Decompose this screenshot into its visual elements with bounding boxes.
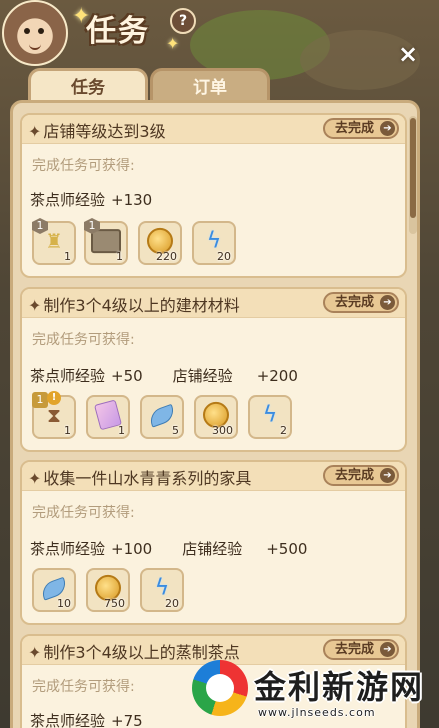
reward-label: 完成任务可获得: bbox=[32, 679, 135, 695]
task-title: ✦ 店铺等级达到3级 bbox=[28, 122, 166, 141]
star-icon: ✦ bbox=[28, 296, 42, 315]
arrow-right-icon: ➔ bbox=[380, 642, 395, 657]
exp-label: 茶点师经验 bbox=[30, 191, 106, 209]
task-header: ✦ 收集一件山水青青系列的家具 去完成 ➔ bbox=[22, 462, 405, 491]
item-quantity: 1 bbox=[64, 424, 71, 437]
item-quantity: 20 bbox=[165, 597, 179, 610]
item-quantity: 2 bbox=[280, 424, 287, 437]
monkey-avatar-icon bbox=[2, 0, 68, 66]
exp-label: 茶点师经验 bbox=[30, 712, 106, 728]
go-complete-button[interactable]: 去完成 ➔ bbox=[323, 465, 399, 486]
watermark-logo-icon bbox=[192, 660, 248, 716]
item-quantity: 750 bbox=[104, 597, 125, 610]
go-complete-button[interactable]: 去完成 ➔ bbox=[323, 118, 399, 139]
sparkle-icon: ✦ bbox=[166, 34, 180, 53]
watermark-url: www.jlnseeds.com bbox=[258, 706, 376, 719]
exp-row: 茶点师经验 +130 bbox=[30, 189, 152, 210]
reward-item[interactable]: 220 bbox=[138, 221, 182, 265]
go-complete-button[interactable]: 去完成 ➔ bbox=[323, 639, 399, 660]
trophy-icon: ♜ bbox=[45, 229, 63, 254]
task-title: ✦ 制作3个4级以上的建材材料 bbox=[28, 296, 240, 315]
exp-label: 茶点师经验 bbox=[30, 367, 106, 385]
task-card: ✦ 店铺等级达到3级 去完成 ➔ 完成任务可获得: 茶点师经验 +130 ♜ 1 1 … bbox=[20, 113, 407, 278]
task-card: ✦ 收集一件山水青青系列的家具 去完成 ➔ 完成任务可获得: 茶点师经验 +100 店铺… bbox=[20, 460, 407, 625]
help-button[interactable]: ? bbox=[170, 8, 196, 34]
item-quantity: 1 bbox=[118, 424, 125, 437]
exp-row: 茶点师经验 +50 店铺经验 +200 bbox=[30, 365, 298, 386]
reward-item[interactable]: 750 bbox=[86, 568, 130, 612]
item-quantity: 5 bbox=[172, 424, 179, 437]
exp-row: 茶点师经验 +75 bbox=[30, 710, 143, 728]
exp-value: +130 bbox=[111, 191, 153, 209]
item-quantity: 1 bbox=[116, 250, 123, 263]
hourglass-icon: ⧗ bbox=[46, 403, 62, 428]
star-icon: ✦ bbox=[28, 122, 42, 141]
alert-badge: ! bbox=[47, 391, 61, 405]
reward-item[interactable]: 10 bbox=[32, 568, 76, 612]
reward-item[interactable]: ϟ 20 bbox=[140, 568, 184, 612]
arrow-right-icon: ➔ bbox=[380, 295, 395, 310]
item-quantity: 220 bbox=[156, 250, 177, 263]
exp-value: +100 bbox=[111, 540, 153, 558]
arrow-right-icon: ➔ bbox=[380, 121, 395, 136]
item-quantity: 300 bbox=[212, 424, 233, 437]
task-header: ✦ 店铺等级达到3级 去完成 ➔ bbox=[22, 115, 405, 144]
exp-value: +500 bbox=[266, 540, 308, 558]
scrollbar-thumb[interactable] bbox=[410, 118, 416, 218]
reward-item[interactable]: 1 1 bbox=[84, 218, 128, 265]
close-button[interactable]: × bbox=[394, 40, 422, 68]
reward-label: 完成任务可获得: bbox=[32, 505, 135, 521]
exp-label: 店铺经验 bbox=[182, 540, 243, 558]
item-quantity: 10 bbox=[57, 597, 71, 610]
task-header: ✦ 制作3个4级以上的建材材料 去完成 ➔ bbox=[22, 289, 405, 318]
exp-label: 茶点师经验 bbox=[30, 540, 106, 558]
go-complete-button[interactable]: 去完成 ➔ bbox=[323, 292, 399, 313]
page-title: 任务 bbox=[86, 14, 150, 49]
reward-item[interactable]: 300 bbox=[194, 395, 238, 439]
reward-item[interactable]: ♜ 1 1 bbox=[32, 218, 76, 265]
task-card: ✦ 制作3个4级以上的建材材料 去完成 ➔ 完成任务可获得: 茶点师经验 +50 店铺经… bbox=[20, 287, 407, 452]
reward-item[interactable]: 1 bbox=[86, 395, 130, 439]
level-badge: 1 bbox=[32, 392, 48, 408]
star-icon: ✦ bbox=[28, 469, 42, 488]
task-title: ✦ 收集一件山水青青系列的家具 bbox=[28, 469, 252, 488]
reward-label: 完成任务可获得: bbox=[32, 158, 135, 174]
header: ✦ ✦ 任务 ? × bbox=[0, 0, 439, 70]
exp-value: +75 bbox=[111, 712, 143, 728]
reward-item[interactable]: ⧗ 1 ! 1 bbox=[32, 391, 76, 439]
item-quantity: 20 bbox=[217, 250, 231, 263]
arrow-right-icon: ➔ bbox=[380, 468, 395, 483]
reward-item[interactable]: 5 bbox=[140, 395, 184, 439]
exp-label: 店铺经验 bbox=[172, 367, 233, 385]
exp-value: +50 bbox=[111, 367, 143, 385]
watermark: 金利新游网 www.jlnseeds.com bbox=[188, 658, 439, 728]
reward-item[interactable]: ϟ 20 bbox=[192, 221, 236, 265]
reward-label: 完成任务可获得: bbox=[32, 332, 135, 348]
bolt-icon: ϟ bbox=[262, 402, 278, 428]
star-icon: ✦ bbox=[28, 643, 42, 662]
exp-value: +200 bbox=[256, 367, 298, 385]
watermark-name: 金利新游网 bbox=[254, 668, 425, 706]
exp-row: 茶点师经验 +100 店铺经验 +500 bbox=[30, 538, 307, 559]
reward-item[interactable]: ϟ 2 bbox=[248, 395, 292, 439]
item-quantity: 1 bbox=[64, 250, 71, 263]
